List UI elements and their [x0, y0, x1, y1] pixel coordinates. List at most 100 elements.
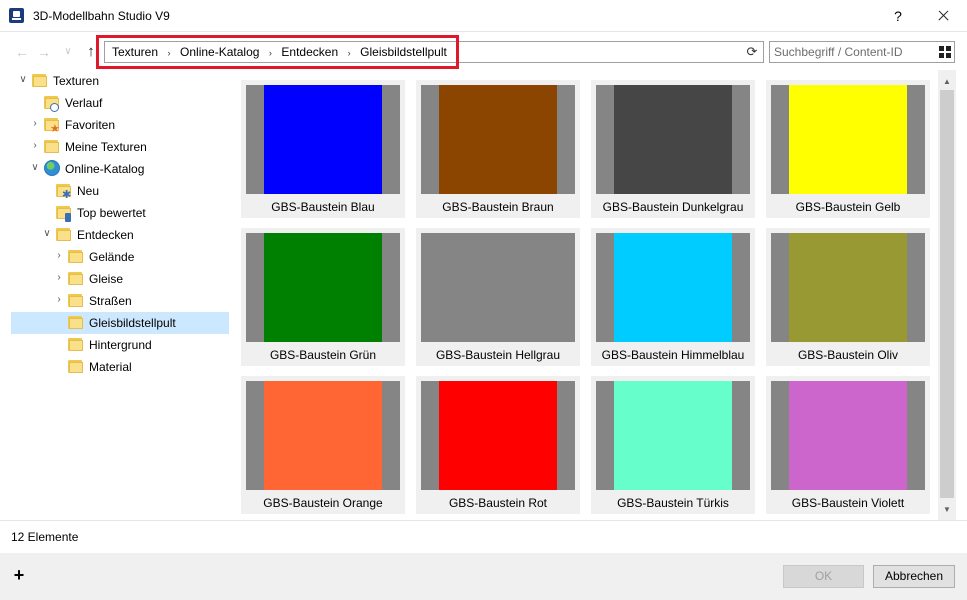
tree-item-label: Straßen — [89, 294, 132, 308]
chevron-right-icon[interactable]: › — [53, 250, 65, 262]
breadcrumb-highlight-box — [96, 35, 459, 69]
chevron-right-icon[interactable]: › — [29, 118, 41, 130]
cancel-button[interactable]: Abbrechen — [873, 565, 955, 588]
color-swatch — [789, 381, 907, 490]
vertical-scrollbar[interactable]: ▲ ▼ — [938, 70, 956, 520]
texture-preview — [421, 381, 575, 490]
texture-tile[interactable]: GBS-Baustein Oliv — [766, 228, 930, 366]
folder-icon — [68, 249, 84, 264]
tree-item[interactable]: ∨ Online-Katalog — [11, 158, 229, 180]
texture-label: GBS-Baustein Blau — [271, 200, 375, 214]
tree-item-label: Gleise — [89, 272, 124, 286]
color-swatch — [614, 233, 732, 342]
tree-item-label: Favoriten — [65, 118, 116, 132]
tree-item[interactable]: › Gleise — [11, 268, 229, 290]
tree-item[interactable]: ∨ Entdecken — [11, 224, 229, 246]
texture-tile[interactable]: GBS-Baustein Hellgrau — [416, 228, 580, 366]
new-folder-icon: ✱ — [56, 183, 72, 201]
folder-icon — [56, 227, 72, 242]
folder-tree: ∨ Texturen Verlauf › ★ Favoriten › Meine Textur… — [10, 70, 230, 518]
texture-tile[interactable]: GBS-Baustein Dunkelgrau — [591, 80, 755, 218]
forward-arrow-icon[interactable]: → — [34, 42, 54, 62]
close-icon[interactable] — [928, 4, 958, 28]
color-swatch — [439, 85, 557, 194]
tree-item-label: Gleisbildstellpult — [89, 316, 176, 330]
dialog-footer: + OK Abbrechen — [0, 553, 967, 600]
chevron-right-icon[interactable]: › — [53, 294, 65, 306]
tree-item[interactable]: ✱ Neu — [11, 180, 229, 202]
texture-tile[interactable]: GBS-Baustein Braun — [416, 80, 580, 218]
chevron-down-icon[interactable]: ∨ — [29, 162, 41, 174]
window-title: 3D-Modellbahn Studio V9 — [33, 9, 170, 23]
texture-label: GBS-Baustein Gelb — [795, 200, 901, 214]
texture-preview — [596, 381, 750, 490]
color-swatch — [614, 85, 732, 194]
app-train-icon — [9, 8, 24, 23]
chevron-right-icon[interactable]: › — [53, 272, 65, 284]
folder-icon — [68, 293, 84, 308]
color-swatch — [439, 381, 557, 490]
tree-item-label: Entdecken — [77, 228, 134, 242]
tree-item[interactable]: Material — [11, 356, 229, 378]
texture-tile[interactable]: GBS-Baustein Violett — [766, 376, 930, 514]
texture-preview — [771, 233, 925, 342]
color-swatch — [439, 233, 557, 342]
top-rated-folder-icon — [56, 205, 72, 222]
ok-button[interactable]: OK — [783, 565, 864, 588]
texture-label: GBS-Baustein Rot — [448, 496, 548, 510]
folder-icon — [32, 73, 48, 88]
item-count: 12 Elemente — [11, 530, 79, 544]
texture-label: GBS-Baustein Dunkelgrau — [602, 200, 744, 214]
grid-view-icon[interactable] — [939, 46, 951, 58]
scroll-thumb[interactable] — [940, 90, 954, 498]
texture-preview — [246, 85, 400, 194]
texture-tile[interactable]: GBS-Baustein Grün — [241, 228, 405, 366]
tree-item[interactable]: Gleisbildstellpult — [11, 312, 229, 334]
texture-preview — [596, 85, 750, 194]
texture-tile[interactable]: GBS-Baustein Gelb — [766, 80, 930, 218]
color-swatch — [264, 381, 382, 490]
chevron-down-icon[interactable]: ∨ — [41, 228, 53, 240]
texture-preview — [771, 85, 925, 194]
search-input[interactable] — [770, 42, 934, 62]
tree-item[interactable]: Hintergrund — [11, 334, 229, 356]
texture-tile[interactable]: GBS-Baustein Orange — [241, 376, 405, 514]
texture-preview — [421, 85, 575, 194]
tree-item-label: Online-Katalog — [65, 162, 145, 176]
tree-item-label: Hintergrund — [89, 338, 152, 352]
texture-tile[interactable]: GBS-Baustein Himmelblau — [591, 228, 755, 366]
tree-item[interactable]: › Straßen — [11, 290, 229, 312]
texture-label: GBS-Baustein Himmelblau — [601, 348, 745, 362]
scroll-down-icon[interactable]: ▼ — [938, 502, 956, 518]
help-button[interactable]: ? — [884, 4, 912, 28]
tree-item[interactable]: Verlauf — [11, 92, 229, 114]
chevron-down-icon[interactable]: ∨ — [17, 74, 29, 86]
tree-item[interactable]: › Gelände — [11, 246, 229, 268]
add-icon[interactable]: + — [10, 566, 28, 584]
texture-label: GBS-Baustein Oliv — [797, 348, 899, 362]
tree-item-label: Top bewertet — [77, 206, 146, 220]
refresh-icon[interactable]: ⟳ — [745, 45, 759, 59]
chevron-right-icon[interactable]: › — [29, 140, 41, 152]
texture-preview — [246, 233, 400, 342]
texture-grid: GBS-Baustein Blau GBS-Baustein Braun GBS-B… — [230, 70, 937, 518]
tree-item[interactable]: Top bewertet — [11, 202, 229, 224]
back-arrow-icon[interactable]: ← — [12, 42, 32, 62]
color-swatch — [789, 85, 907, 194]
tree-item[interactable]: › Meine Texturen — [11, 136, 229, 158]
texture-preview — [596, 233, 750, 342]
tree-item[interactable]: ∨ Texturen — [11, 70, 229, 92]
texture-preview — [246, 381, 400, 490]
texture-tile[interactable]: GBS-Baustein Blau — [241, 80, 405, 218]
texture-tile[interactable]: GBS-Baustein Türkis — [591, 376, 755, 514]
search-box[interactable] — [769, 41, 955, 63]
tree-item-label: Gelände — [89, 250, 135, 264]
texture-label: GBS-Baustein Grün — [269, 348, 377, 362]
tree-item[interactable]: › ★ Favoriten — [11, 114, 229, 136]
scroll-up-icon[interactable]: ▲ — [938, 74, 956, 90]
recent-locations-chevron-icon[interactable]: ∨ — [58, 42, 78, 62]
texture-preview — [421, 233, 575, 342]
status-bar: 12 Elemente — [0, 520, 967, 553]
color-swatch — [264, 85, 382, 194]
texture-tile[interactable]: GBS-Baustein Rot — [416, 376, 580, 514]
